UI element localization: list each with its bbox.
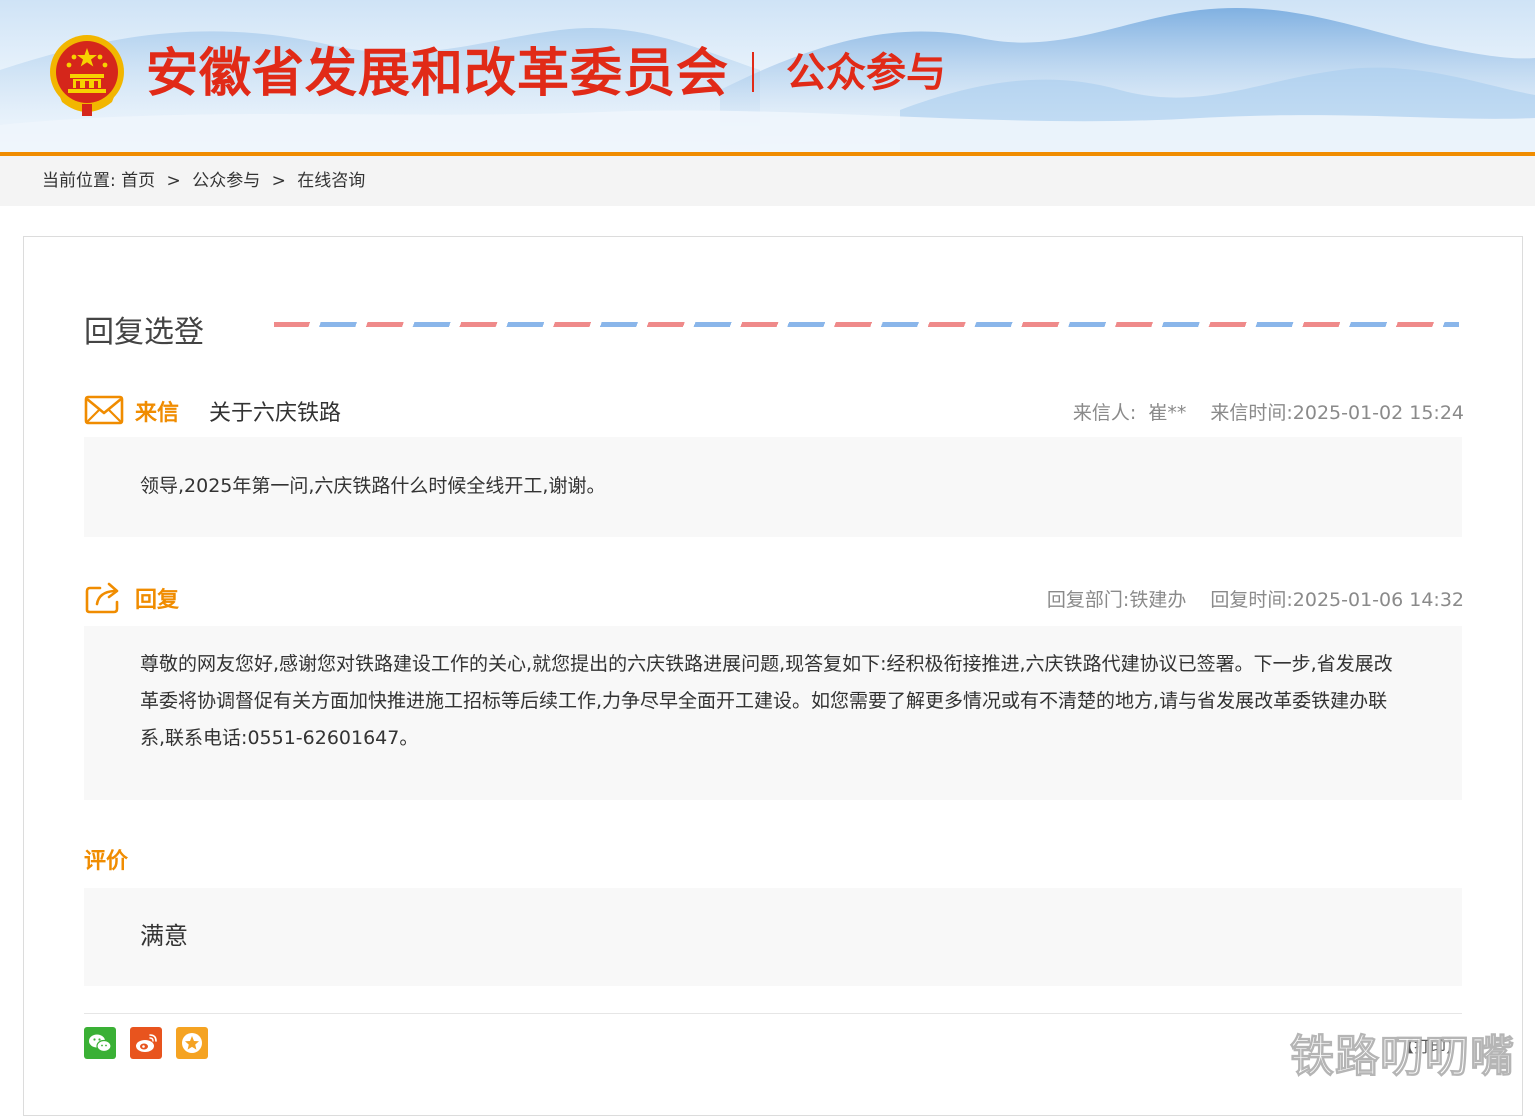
reply-dept: 铁建办	[1129, 589, 1187, 611]
consultation-card: 回复选登 来信 关于六庆铁路 来信人: 崔** 来信时间:2025-01-02 …	[23, 236, 1523, 1116]
site-title[interactable]: 安徽省发展和改革委员会	[146, 44, 729, 104]
breadcrumb: 当前位置: 首页 > 公众参与 > 在线咨询	[0, 156, 1535, 206]
letter-content: 领导,2025年第一问,六庆铁路什么时候全线开工,谢谢。	[140, 475, 606, 497]
weibo-icon	[136, 1034, 157, 1052]
evaluation-value: 满意	[140, 922, 188, 950]
reply-content-box: 尊敬的网友您好,感谢您对铁路建设工作的关心,就您提出的六庆铁路进展问题,现答复如…	[84, 626, 1462, 800]
share-weibo-button[interactable]	[130, 1027, 162, 1059]
share-favorite-button[interactable]	[176, 1027, 208, 1059]
reply-time: 2025-01-06 14:32	[1292, 589, 1464, 611]
evaluation-tag: 评价	[84, 849, 129, 874]
national-emblem-icon	[50, 35, 124, 116]
reply-content: 尊敬的网友您好,感谢您对铁路建设工作的关心,就您提出的六庆铁路进展问题,现答复如…	[140, 653, 1393, 749]
airmail-stripe-divider	[274, 322, 1459, 327]
breadcrumb-separator: >	[166, 171, 181, 191]
wechat-icon	[89, 1034, 112, 1053]
sender-info: 来信人: 崔**	[1073, 402, 1187, 424]
reply-time-label: 回复时间:	[1210, 589, 1293, 611]
reply-share-icon	[85, 582, 119, 614]
reply-header: 回复 回复部门:铁建办 回复时间:2025-01-06 14:32	[84, 578, 1464, 618]
favorite-star-icon	[182, 1033, 202, 1053]
letter-time: 2025-01-02 15:24	[1292, 402, 1464, 424]
page-title: 回复选登	[84, 315, 204, 350]
letter-tag: 来信	[135, 401, 180, 426]
share-wechat-button[interactable]	[84, 1027, 116, 1059]
title-divider	[752, 52, 754, 92]
evaluation-box: 满意	[84, 888, 1462, 986]
breadcrumb-public-participation[interactable]: 公众参与	[192, 171, 260, 191]
watermark-text: 铁路叨叨嘴	[1290, 1031, 1515, 1083]
sender-label: 来信人:	[1072, 402, 1137, 424]
letter-subject: 关于六庆铁路	[209, 401, 342, 426]
sender-name: 崔**	[1148, 402, 1187, 424]
site-header: 安徽省发展和改革委员会 公众参与	[0, 0, 1535, 152]
breadcrumb-separator: >	[271, 171, 286, 191]
reply-time-info: 回复时间:2025-01-06 14:32	[1210, 589, 1464, 611]
breadcrumb-online-consultation[interactable]: 在线咨询	[297, 171, 365, 191]
letter-meta: 来信人: 崔** 来信时间:2025-01-02 15:24	[1073, 398, 1464, 425]
breadcrumb-label: 当前位置:	[42, 171, 116, 191]
reply-dept-label: 回复部门:	[1046, 589, 1130, 611]
reply-meta: 回复部门:铁建办 回复时间:2025-01-06 14:32	[1047, 585, 1464, 612]
breadcrumb-home[interactable]: 首页	[121, 171, 155, 191]
section-title[interactable]: 公众参与	[786, 50, 946, 96]
letter-header: 来信 关于六庆铁路 来信人: 崔** 来信时间:2025-01-02 15:24	[84, 391, 1464, 431]
letter-content-box: 领导,2025年第一问,六庆铁路什么时候全线开工,谢谢。	[84, 437, 1462, 537]
reply-tag: 回复	[135, 588, 180, 613]
envelope-icon	[84, 395, 124, 425]
letter-time-label: 来信时间:	[1210, 402, 1293, 424]
letter-time-info: 来信时间:2025-01-02 15:24	[1210, 402, 1464, 424]
reply-dept-info: 回复部门:铁建办	[1047, 589, 1186, 611]
share-divider	[84, 1013, 1462, 1014]
